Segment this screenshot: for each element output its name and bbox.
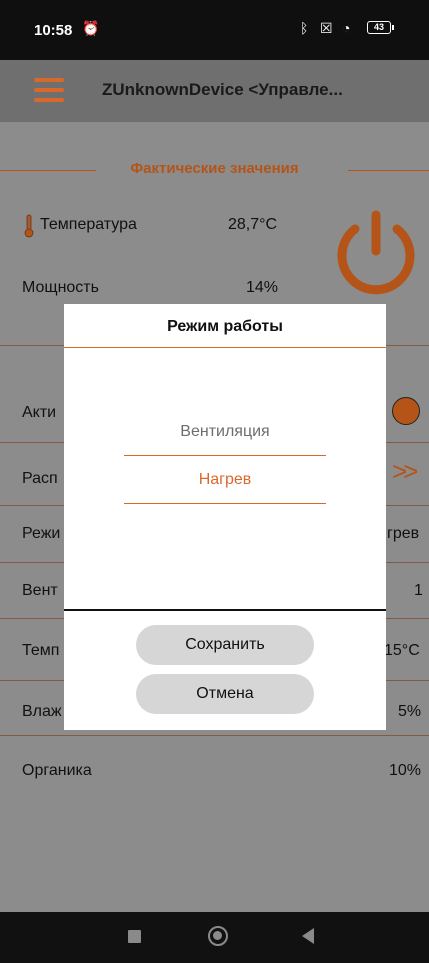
setting-label-fan: Вент	[22, 582, 58, 599]
setting-label-active: Акти	[22, 404, 57, 421]
recent-apps-icon[interactable]	[128, 930, 141, 943]
app-title: ZUnknownDevice <Управле...	[102, 80, 343, 99]
mode-option-ventilation[interactable]: Вентиляция	[64, 423, 386, 441]
back-icon[interactable]	[302, 928, 314, 944]
alarm-off-icon: ⏰	[82, 20, 100, 36]
power-button-icon[interactable]	[333, 207, 419, 297]
setting-label-humidity: Влаж	[22, 703, 62, 720]
dialog-title-divider	[64, 347, 386, 348]
cancel-button[interactable]: Отмена	[136, 674, 314, 714]
setting-label-schedule: Расп	[22, 470, 58, 487]
sim-off-icon: ☒	[320, 20, 333, 36]
dialog-title: Режим работы	[167, 318, 283, 335]
setting-label-mode: Режи	[22, 525, 61, 542]
section-title: Фактические значения	[130, 160, 299, 177]
chevron-right-icon[interactable]: >>	[392, 456, 418, 487]
mode-dialog: Режим работы Вентиляция Нагрев Сохранить…	[64, 304, 386, 730]
setting-label-temperature: Темп	[22, 642, 60, 659]
bluetooth-icon: ᛒ	[300, 20, 309, 36]
status-time: 10:58	[34, 22, 73, 39]
section-divider-right	[348, 170, 429, 171]
picker-selection-line-top	[124, 455, 326, 456]
setting-value-fan: 1	[414, 582, 423, 599]
power-label: Мощность	[22, 279, 99, 296]
app-bar: ZUnknownDevice <Управле...	[0, 60, 429, 122]
setting-value-humidity: 5%	[398, 703, 422, 720]
divider	[0, 735, 429, 736]
setting-value-temperature: 15°C	[384, 642, 420, 659]
picker-selection-line-bottom	[124, 503, 326, 504]
battery-icon: 43	[367, 21, 394, 34]
hamburger-menu-icon[interactable]	[34, 78, 64, 102]
mode-option-heating[interactable]: Нагрев	[64, 471, 386, 489]
power-value: 14%	[246, 279, 279, 296]
setting-value-organic: 10%	[389, 762, 422, 779]
wifi-icon: ◔	[342, 20, 351, 36]
save-button[interactable]: Сохранить	[136, 625, 314, 665]
thermometer-icon	[24, 214, 34, 238]
setting-value-mode: грев	[387, 525, 420, 542]
temperature-label: Температура	[40, 216, 137, 233]
temperature-value: 28,7°C	[228, 216, 278, 233]
navigation-bar	[0, 912, 429, 963]
status-bar: 10:58 ⏰ ᛒ ☒ ◔ 43	[0, 0, 429, 60]
home-icon[interactable]	[208, 926, 228, 946]
setting-label-organic: Органика	[22, 762, 92, 779]
active-toggle[interactable]	[392, 397, 420, 425]
dialog-bottom-divider	[64, 609, 386, 611]
